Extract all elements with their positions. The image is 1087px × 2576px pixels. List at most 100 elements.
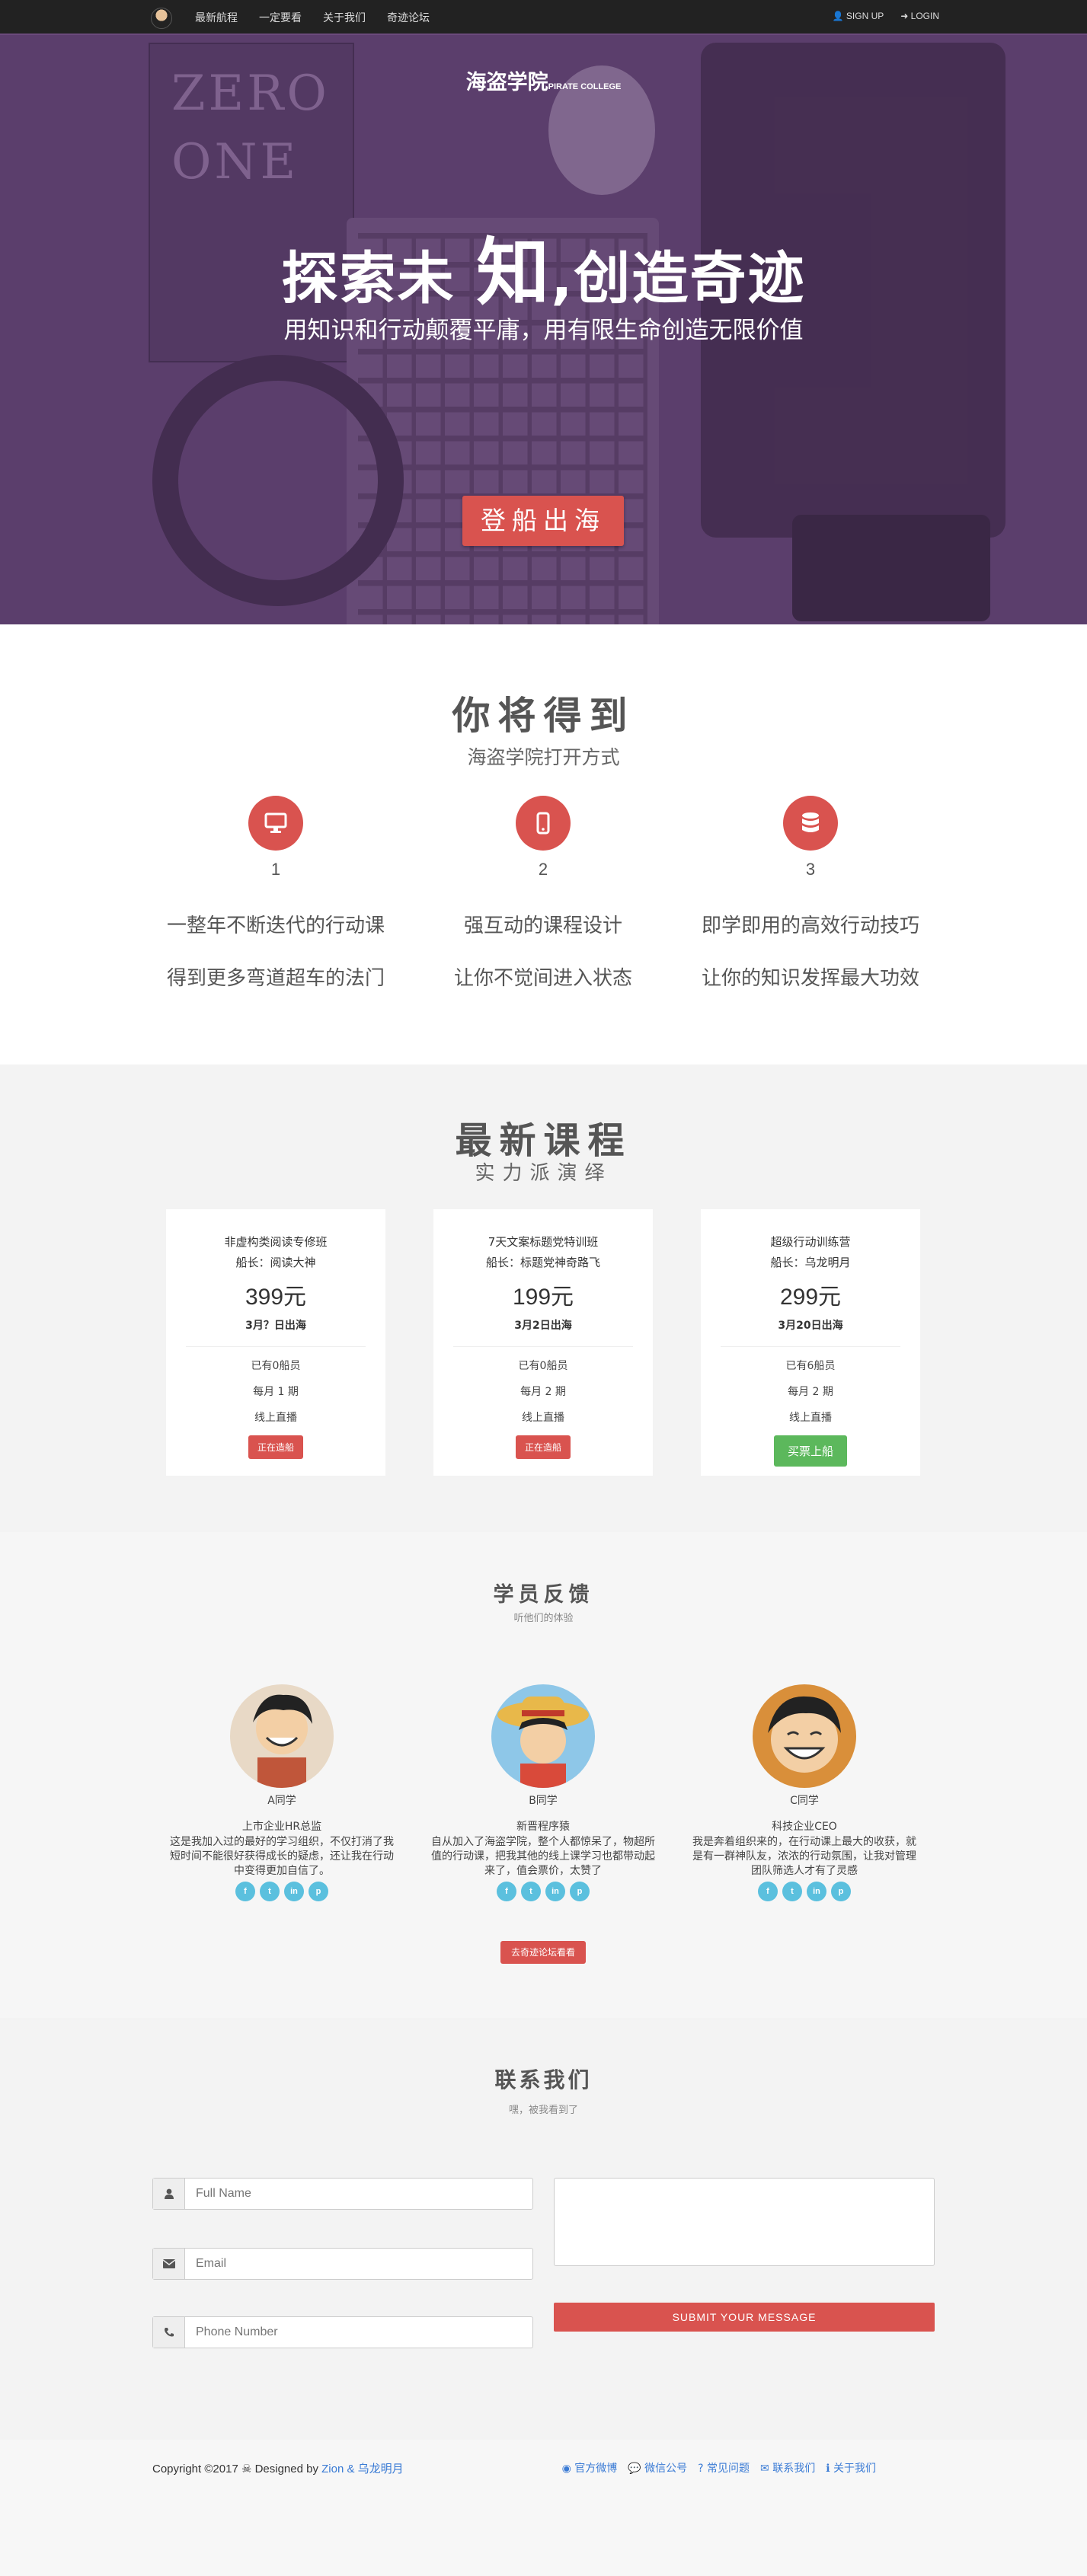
twitter-icon[interactable]: t: [782, 1882, 802, 1901]
feedback-section: 学员反馈 听他们的体验 A同学 上市企业HR总监 这是我加入过的最好的学习组织，…: [0, 1532, 1087, 2018]
database-icon: [783, 796, 838, 851]
footer-link-faq[interactable]: ? 常见问题: [698, 2460, 750, 2475]
pinterest-icon[interactable]: p: [831, 1882, 851, 1901]
feature-item: 2 强互动的课程设计 让你不觉间进入状态: [391, 796, 695, 991]
course-frequency: 每月 2 期: [520, 1386, 566, 1398]
course-name: 超级行动训练营: [770, 1235, 851, 1249]
login-link[interactable]: ➜ LOGIN: [900, 11, 939, 21]
testimonial: C同学 科技企业CEO 我是奔着组织来的，在行动课上最大的收获，就是有一群神队友…: [690, 1684, 919, 1901]
login-icon: ➜: [900, 11, 909, 21]
nav-links: 最新航程 一定要看 关于我们 奇迹论坛: [195, 10, 430, 25]
linkedin-icon[interactable]: in: [545, 1882, 565, 1901]
visit-forum-button[interactable]: 去奇迹论坛看看: [500, 1941, 586, 1964]
footer-link-label: 常见问题: [707, 2463, 750, 2475]
twitter-icon[interactable]: t: [260, 1882, 280, 1901]
email-input[interactable]: [185, 2249, 532, 2279]
feedback-title: 学员反馈: [493, 1583, 594, 1607]
facebook-icon[interactable]: f: [758, 1882, 778, 1901]
contact-title: 联系我们: [494, 2067, 593, 2092]
social-links: f t in p: [690, 1882, 919, 1901]
monitor-icon: [248, 796, 303, 851]
top-navbar: 最新航程 一定要看 关于我们 奇迹论坛 👤 SIGN UP ➜ LOGIN: [0, 0, 1087, 35]
feature-line-2: 得到更多弯道超车的法门: [166, 967, 385, 990]
hero-title-part-1: 探索未: [281, 246, 477, 311]
question-icon: ?: [698, 2463, 704, 2475]
nav-link-forum[interactable]: 奇迹论坛: [387, 10, 430, 25]
testimonial-quote: 自从加入了海盗学院，整个人都惊呆了，物超所值的行动课，把我其他的线上课学习也都带…: [431, 1836, 655, 1877]
course-members: 已有6船员: [785, 1360, 836, 1372]
footer-link-wechat[interactable]: 💬 微信公号: [628, 2460, 687, 2475]
social-links: f t in p: [429, 1882, 657, 1901]
testimonial-role: 上市企业HR总监: [241, 1821, 322, 1833]
course-mode: 线上直播: [789, 1412, 832, 1424]
pinterest-icon[interactable]: p: [309, 1882, 328, 1901]
pirate-logo-icon[interactable]: [151, 8, 172, 29]
pirate-small-icon: ☠: [241, 2463, 252, 2475]
phone-input[interactable]: [185, 2317, 532, 2348]
contact-subtitle: 嘿，被我看到了: [508, 2105, 578, 2116]
footer-link-weibo[interactable]: ◉ 官方微博: [562, 2460, 618, 2475]
contact-section: 联系我们 嘿，被我看到了 SUBMIT YOUR MESSAGE: [0, 2018, 1087, 2440]
testimonial-name: B同学: [529, 1795, 558, 1807]
course-name: 7天文案标题党特训班: [488, 1235, 599, 1249]
board-ship-button[interactable]: 登船出海: [462, 496, 624, 546]
pinterest-icon[interactable]: p: [570, 1882, 590, 1901]
facebook-icon[interactable]: f: [235, 1882, 255, 1901]
testimonial: B同学 新晋程序猿 自从加入了海盗学院，整个人都惊呆了，物超所值的行动课，把我其…: [429, 1684, 657, 1901]
hero-subtitle: 用知识和行动颠覆平庸，用有限生命创造无限价值: [283, 317, 804, 344]
hero-title: 探索未 知,创造奇迹: [0, 213, 1087, 319]
signup-link[interactable]: 👤 SIGN UP: [833, 11, 884, 21]
building-ship-button[interactable]: 正在造船: [248, 1435, 303, 1459]
facebook-icon[interactable]: f: [497, 1882, 516, 1901]
feature-line-2: 让你不觉间进入状态: [453, 967, 632, 990]
phone-icon: [153, 2317, 185, 2348]
card-divider: [721, 1346, 900, 1347]
testimonial-quote: 我是奔着组织来的，在行动课上最大的收获，就是有一群神队友，浓浓的行动氛围，让我对…: [692, 1836, 916, 1877]
hero-banner: ZERO ONE 海盗学院PIRATE COLLEGE 探索未 知,创造奇迹 用…: [0, 35, 1087, 624]
feature-line-1: 强互动的课程设计: [463, 915, 622, 937]
submit-message-button[interactable]: SUBMIT YOUR MESSAGE: [554, 2303, 935, 2332]
course-price: 299元: [779, 1285, 842, 1310]
feature-line-1: 一整年不断迭代的行动课: [166, 915, 385, 937]
testimonial-name: C同学: [790, 1795, 819, 1807]
feature-item: 3 即学即用的高效行动技巧 让你的知识发挥最大功效: [658, 796, 963, 991]
hero-brand-en: PIRATE COLLEGE: [548, 82, 622, 91]
footer-link-contact[interactable]: ✉ 联系我们: [760, 2460, 815, 2475]
course-captain: 船长：乌龙明月: [770, 1256, 851, 1269]
twitter-icon[interactable]: t: [521, 1882, 541, 1901]
name-field: [152, 2178, 533, 2210]
full-name-input[interactable]: [185, 2179, 532, 2209]
author-link[interactable]: Zion & 乌龙明月: [321, 2463, 404, 2475]
user-icon: [153, 2179, 185, 2209]
message-textarea[interactable]: [554, 2178, 935, 2266]
hero-title-part-3: ,创造奇迹: [551, 246, 806, 311]
courses-subtitle: 实力派演绎: [475, 1162, 612, 1185]
buy-ticket-button[interactable]: 买票上船: [773, 1435, 847, 1467]
course-date: 3月20日出海: [778, 1320, 843, 1332]
nav-link-latest-voyage[interactable]: 最新航程: [195, 10, 238, 25]
weibo-icon: ◉: [561, 2463, 571, 2475]
course-card: 7天文案标题党特训班 船长：标题党神奇路飞 199元 3月2日出海 已有0船员 …: [433, 1209, 653, 1476]
footer-link-about[interactable]: ℹ 关于我们: [826, 2460, 876, 2475]
course-mode: 线上直播: [254, 1412, 297, 1424]
wechat-icon: 💬: [628, 2463, 641, 2475]
linkedin-icon[interactable]: in: [807, 1882, 826, 1901]
nav-link-about[interactable]: 关于我们: [323, 10, 366, 25]
envelope-icon: [153, 2249, 185, 2279]
course-date: 3月2日出海: [514, 1320, 572, 1332]
building-ship-button[interactable]: 正在造船: [515, 1435, 571, 1459]
course-members: 已有0船员: [518, 1360, 568, 1372]
feature-line-2: 让你的知识发挥最大功效: [701, 967, 919, 990]
course-card: 非虚构类阅读专修班 船长：阅读大神 399元 3月？日出海 已有0船员 每月 1…: [166, 1209, 385, 1476]
hero-brand-cn: 海盗学院: [465, 71, 548, 94]
feature-item: 1 一整年不断迭代的行动课 得到更多弯道超车的法门: [123, 796, 428, 991]
linkedin-icon[interactable]: in: [284, 1882, 304, 1901]
avatar: [491, 1684, 595, 1788]
course-members: 已有0船员: [251, 1360, 301, 1372]
testimonial-name: A同学: [267, 1795, 296, 1807]
course-name: 非虚构类阅读专修班: [224, 1235, 328, 1249]
nav-link-must-see[interactable]: 一定要看: [259, 10, 302, 25]
course-date: 3月？日出海: [245, 1320, 306, 1332]
nav-auth: 👤 SIGN UP ➜ LOGIN: [833, 11, 939, 21]
testimonial-role: 科技企业CEO: [772, 1821, 837, 1833]
